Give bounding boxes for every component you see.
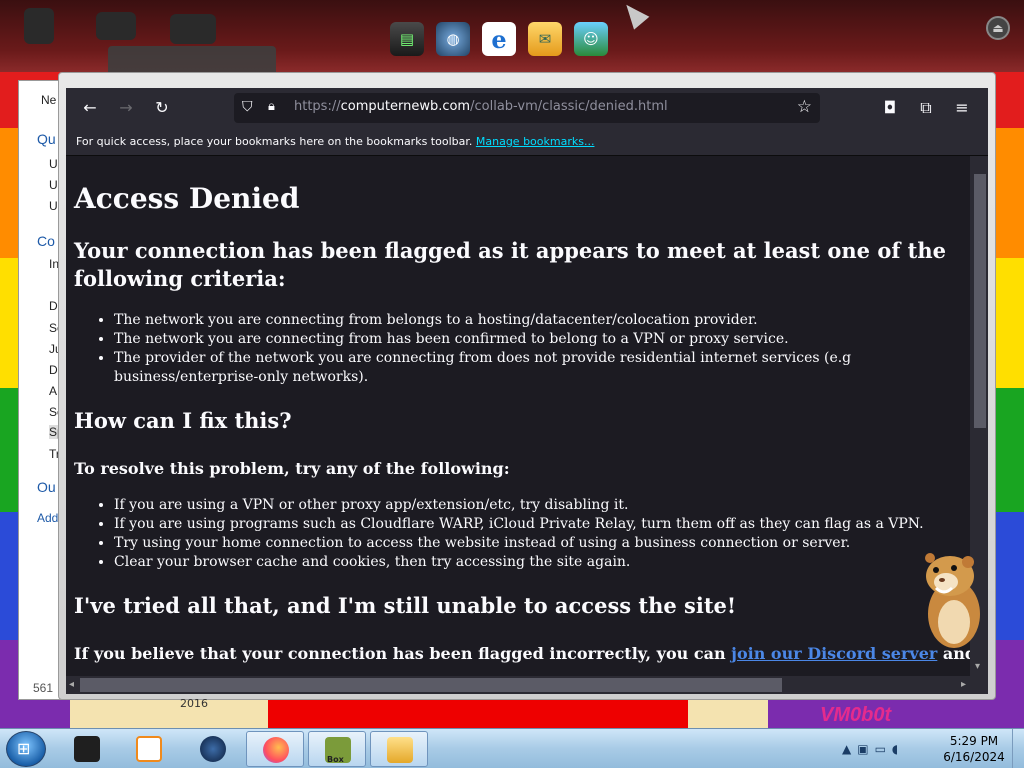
taskbar-explorer[interactable] [370,731,428,767]
banner-left [70,700,270,728]
clock-date: 6/16/2024 [943,750,1005,764]
media-player-icon [136,736,162,762]
page-content: Access Denied Your connection has been f… [66,156,970,676]
wallpaper-shape [170,14,216,44]
fixes-list: If you are using a VPN or other proxy ap… [114,496,944,572]
bg-item: Ne [41,93,57,107]
discord-paragraph: If you believe that your connection has … [74,644,970,663]
firefox-window: ← → ↻ ⛉ 🔒︎ https://computernewb.com/coll… [66,88,988,694]
bg-item: Ou [37,479,56,495]
banner-middle [268,700,688,728]
banner-year: 2016 [180,697,208,710]
windows-logo-icon: ⊞ [17,739,31,758]
forward-arrow-icon[interactable]: → [114,96,138,120]
network-icon[interactable]: ▣ [857,742,868,756]
bg-item: Add [37,511,59,525]
list-item: Clear your browser cache and cookies, th… [114,553,944,572]
manage-bookmarks-link[interactable]: Manage bookmarks... [476,135,595,148]
bg-item: U [49,157,58,171]
resolve-heading: To resolve this problem, try any of the … [74,459,510,478]
bookmark-star-icon[interactable]: ☆ [797,97,812,117]
bg-item: D [49,363,58,377]
bg-item: A [49,384,58,398]
firefox-icon [263,737,289,763]
banner-right [688,700,768,728]
menu-icon[interactable]: ≡ [950,96,974,120]
vertical-scroll-thumb[interactable] [974,174,986,428]
scroll-right-icon[interactable]: ▸ [961,679,966,690]
url-bar[interactable]: ⛉ 🔒︎ https://computernewb.com/collab-vm/… [234,93,820,123]
horizontal-scrollbar[interactable]: ◂ ▸ [66,676,988,694]
list-item: The provider of the network you are conn… [114,349,944,387]
eject-icon[interactable]: ⏏ [986,16,1010,40]
taskbar-app[interactable] [120,731,178,767]
list-item: If you are using a VPN or other proxy ap… [114,496,944,515]
internet-explorer-icon[interactable]: e [482,22,516,56]
monitor-icon[interactable]: ▭ [875,742,886,756]
vm-watermark: VM0b0t [820,704,892,726]
scroll-left-icon[interactable]: ◂ [69,679,74,690]
taskbar: ⊞ Box ▲ ▣ ▭ ◖ 5:29 PM 6/16/2024 [0,728,1024,768]
app-dock-icon[interactable]: ▤ [390,22,424,56]
bookmarks-toolbar: For quick access, place your bookmarks h… [66,128,988,156]
globe-download-icon[interactable]: ◍ [436,22,470,56]
bookmarks-message: For quick access, place your bookmarks h… [76,135,473,148]
criteria-list: The network you are connecting from belo… [114,311,944,387]
tray-expand-icon[interactable]: ▲ [842,742,851,756]
globe-icon [200,736,226,762]
lock-icon[interactable]: 🔒︎ [268,99,275,114]
discord-prefix: If you believe that your connection has … [74,644,732,663]
box-label: Box [327,755,344,764]
list-item: The network you are connecting from has … [114,330,944,349]
wallpaper-shape [96,12,136,40]
start-button[interactable]: ⊞ [6,731,46,767]
taskbar-app[interactable] [58,731,116,767]
list-item: If you are using programs such as Cloudf… [114,515,944,534]
bg-item: Qu [37,131,56,147]
folder-icon [387,737,413,763]
list-item: The network you are connecting from belo… [114,311,944,330]
wallpaper-shape [24,8,54,44]
fix-heading: How can I fix this? [74,408,292,433]
messenger-icon[interactable]: ☺ [574,22,608,56]
hamster-mascot-icon [925,553,980,648]
extensions-icon[interactable]: ⧉ [914,96,938,120]
list-item: Try using your home connection to access… [114,534,944,553]
flagged-heading: Your connection has been flagged as it a… [74,238,947,291]
bg-item: U [49,199,58,213]
taskbar-firefox[interactable] [246,731,304,767]
show-desktop-button[interactable] [1012,729,1024,768]
clock[interactable]: 5:29 PM 6/16/2024 [936,733,1012,765]
url-text[interactable]: https://computernewb.com/collab-vm/class… [294,99,668,114]
page-title: Access Denied [74,182,300,215]
bg-item: U [49,178,58,192]
pocket-icon[interactable]: ◘ [878,96,902,120]
back-arrow-icon[interactable]: ← [78,96,102,120]
system-tray: ▲ ▣ ▭ ◖ [842,737,898,761]
mail-icon[interactable]: ✉ [528,22,562,56]
reload-icon[interactable]: ↻ [150,96,174,120]
taskbar-box[interactable]: Box [308,731,366,767]
scroll-down-icon[interactable]: ▾ [975,661,980,672]
bg-item: Co [37,233,55,249]
tried-heading: I've tried all that, and I'm still unabl… [74,593,737,618]
shield-icon[interactable]: ⛉ [242,99,253,115]
bg-item: D [49,299,58,313]
dark-box-icon [74,736,100,762]
clock-time: 5:29 PM [949,734,999,748]
nav-toolbar: ← → ↻ ⛉ 🔒︎ https://computernewb.com/coll… [66,88,988,128]
horizontal-scroll-thumb[interactable] [80,678,782,692]
volume-icon[interactable]: ◖ [892,742,898,756]
bg-status: 561 [33,681,54,695]
discord-link[interactable]: join our Discord server [731,644,937,663]
taskbar-app[interactable] [184,731,242,767]
top-dock: ▤ ◍ e ✉ ☺ [390,18,608,60]
